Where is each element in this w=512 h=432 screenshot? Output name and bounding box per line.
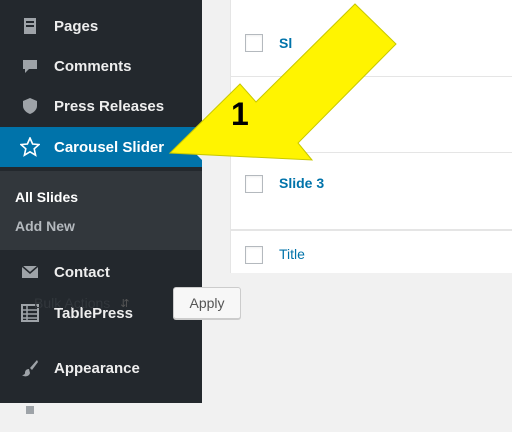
pages-icon [20,16,40,36]
table-row[interactable]: ide 2 [231,77,512,153]
sidebar-item-press-releases[interactable]: Press Releases [0,86,202,126]
submenu-all-slides[interactable]: All Slides [15,189,78,205]
main-content: Sl ide 2 Slide 3 Title [202,0,512,403]
sidebar-item-contact[interactable]: Contact [0,252,202,292]
row-title-link[interactable]: Sl [279,35,292,51]
sidebar-item-comments[interactable]: Comments [0,46,202,86]
table-row[interactable]: Sl [231,0,512,77]
star-icon [20,137,40,157]
plugin-icon [20,402,40,422]
sidebar-item-pages[interactable]: Pages [0,6,202,46]
table-row[interactable]: Slide 3 [231,153,512,230]
row-title-link[interactable]: Slide 3 [279,175,324,191]
sidebar-item-label: Appearance [54,359,140,377]
bulk-actions-select[interactable]: Bulk Actions ⇵ [34,289,164,317]
sidebar-item-label: Comments [54,57,132,75]
press-releases-icon [20,96,40,116]
sidebar-item-label: Carousel Slider [54,138,165,156]
slides-table: Sl ide 2 Slide 3 Title [230,0,512,273]
carousel-submenu: All Slides Add New [0,171,202,250]
sidebar-item-appearance[interactable]: Appearance [0,348,202,388]
comments-icon [20,56,40,76]
bulk-actions-label: Bulk Actions [34,295,111,311]
row-checkbox[interactable] [245,175,263,193]
active-menu-pointer [192,140,202,160]
sidebar-item-carousel-slider[interactable]: Carousel Slider [0,127,202,167]
submenu-add-new[interactable]: Add New [15,218,75,234]
select-all-checkbox[interactable] [245,246,263,264]
select-arrows-icon: ⇵ [120,297,130,310]
apply-button[interactable]: Apply [173,287,241,319]
admin-sidebar: Pages Comments Press Releases Carousel S… [0,0,202,414]
paintbrush-icon [20,358,40,378]
mail-icon [20,262,40,282]
annotation-number: 1 [231,96,249,132]
row-title-link[interactable]: ide 2 [279,107,311,123]
sidebar-item-label: Press Releases [54,97,165,115]
sidebar-item-label: Pages [54,17,99,35]
title-column-header[interactable]: Title [279,246,305,262]
sidebar-item-label: Contact [54,263,110,281]
sidebar-item-plugins-partial[interactable] [0,392,202,432]
row-checkbox[interactable] [245,34,263,52]
table-footer-row: Title [231,230,512,274]
